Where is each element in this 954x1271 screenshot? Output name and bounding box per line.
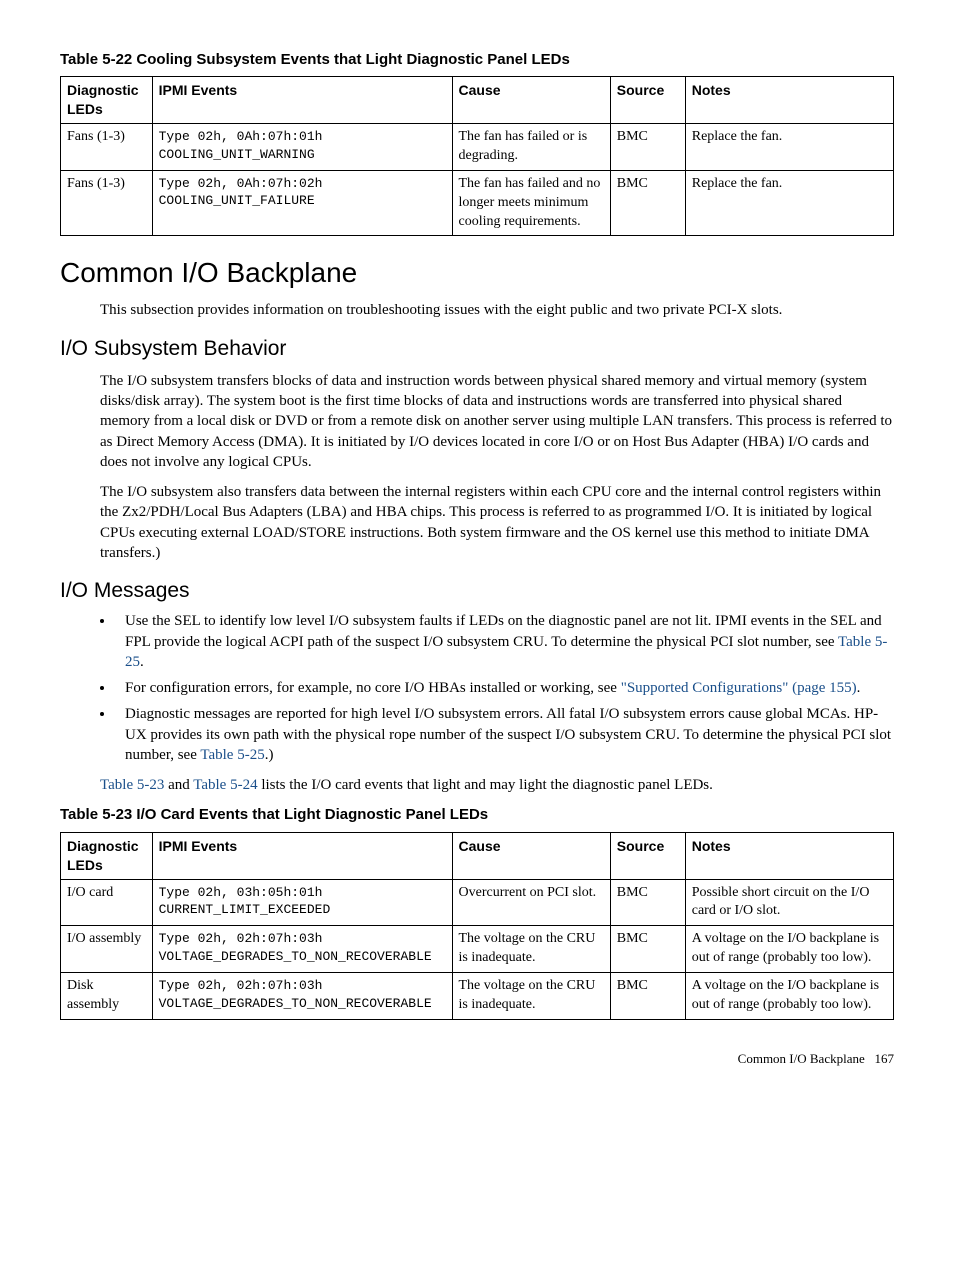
cell-cause: The fan has failed or is degrading.	[452, 124, 610, 171]
cell-notes: Replace the fan.	[685, 170, 893, 236]
bullet-list: Use the SEL to identify low level I/O su…	[115, 611, 894, 765]
th-ipmi: IPMI Events	[152, 77, 452, 124]
list-item: For configuration errors, for example, n…	[115, 678, 894, 698]
text: lists the I/O card events that light and…	[258, 777, 713, 793]
th-source: Source	[610, 77, 685, 124]
bullet-text: .	[857, 680, 861, 696]
table-row: I/O card Type 02h, 03h:05h:01h CURRENT_L…	[61, 879, 894, 926]
link-table-5-23[interactable]: Table 5-23	[100, 777, 164, 793]
bullet-text: .)	[265, 747, 274, 763]
bullet-text: Use the SEL to identify low level I/O su…	[125, 613, 882, 649]
cell-notes: A voltage on the I/O backplane is out of…	[685, 926, 893, 973]
th-notes: Notes	[685, 832, 893, 879]
link-table-5-24[interactable]: Table 5-24	[193, 777, 257, 793]
cell-diag: I/O card	[61, 879, 153, 926]
cell-cause: The voltage on the CRU is inadequate.	[452, 973, 610, 1020]
page-footer: Common I/O Backplane 167	[60, 1050, 894, 1068]
cell-diag: Fans (1-3)	[61, 170, 153, 236]
cell-diag: Disk assembly	[61, 973, 153, 1020]
paragraph: This subsection provides information on …	[100, 300, 894, 320]
th-notes: Notes	[685, 77, 893, 124]
cell-source: BMC	[610, 170, 685, 236]
heading-io-messages: I/O Messages	[60, 577, 894, 605]
th-cause: Cause	[452, 77, 610, 124]
paragraph: The I/O subsystem also transfers data be…	[100, 482, 894, 563]
cell-notes: A voltage on the I/O backplane is out of…	[685, 973, 893, 1020]
list-item: Use the SEL to identify low level I/O su…	[115, 611, 894, 672]
th-source: Source	[610, 832, 685, 879]
cell-notes: Replace the fan.	[685, 124, 893, 171]
paragraph: The I/O subsystem transfers blocks of da…	[100, 371, 894, 472]
text: and	[164, 777, 193, 793]
table-22: Diagnostic LEDs IPMI Events Cause Source…	[60, 76, 894, 236]
heading-io-subsystem-behavior: I/O Subsystem Behavior	[60, 335, 894, 363]
cell-diag: Fans (1-3)	[61, 124, 153, 171]
cell-source: BMC	[610, 926, 685, 973]
bullet-text: For configuration errors, for example, n…	[125, 680, 621, 696]
table-22-caption: Table 5-22 Cooling Subsystem Events that…	[60, 50, 894, 70]
page-number: 167	[875, 1051, 895, 1066]
table-row: I/O assembly Type 02h, 02h:07h:03h VOLTA…	[61, 926, 894, 973]
th-diag: Diagnostic LEDs	[61, 77, 153, 124]
bullet-text: .	[140, 654, 144, 670]
list-item: Diagnostic messages are reported for hig…	[115, 704, 894, 765]
link-supported-configurations[interactable]: "Supported Configurations" (page 155)	[621, 680, 857, 696]
cell-cause: The voltage on the CRU is inadequate.	[452, 926, 610, 973]
cell-ipmi: Type 02h, 03h:05h:01h CURRENT_LIMIT_EXCE…	[152, 879, 452, 926]
cell-ipmi: Type 02h, 0Ah:07h:02h COOLING_UNIT_FAILU…	[152, 170, 452, 236]
cell-ipmi: Type 02h, 02h:07h:03h VOLTAGE_DEGRADES_T…	[152, 926, 452, 973]
heading-common-io-backplane: Common I/O Backplane	[60, 254, 894, 292]
th-ipmi: IPMI Events	[152, 832, 452, 879]
cell-ipmi: Type 02h, 0Ah:07h:01h COOLING_UNIT_WARNI…	[152, 124, 452, 171]
cell-notes: Possible short circuit on the I/O card o…	[685, 879, 893, 926]
table-23: Diagnostic LEDs IPMI Events Cause Source…	[60, 832, 894, 1020]
cell-source: BMC	[610, 973, 685, 1020]
cell-source: BMC	[610, 879, 685, 926]
link-table-5-25[interactable]: Table 5-25	[200, 747, 264, 763]
footer-section: Common I/O Backplane	[738, 1051, 865, 1066]
cell-cause: Overcurrent on PCI slot.	[452, 879, 610, 926]
cell-source: BMC	[610, 124, 685, 171]
cell-diag: I/O assembly	[61, 926, 153, 973]
table-row: Fans (1-3) Type 02h, 0Ah:07h:02h COOLING…	[61, 170, 894, 236]
cell-cause: The fan has failed and no longer meets m…	[452, 170, 610, 236]
paragraph: Table 5-23 and Table 5-24 lists the I/O …	[100, 775, 894, 795]
table-23-caption: Table 5-23 I/O Card Events that Light Di…	[60, 805, 894, 825]
th-diag: Diagnostic LEDs	[61, 832, 153, 879]
table-row: Disk assembly Type 02h, 02h:07h:03h VOLT…	[61, 973, 894, 1020]
table-row: Fans (1-3) Type 02h, 0Ah:07h:01h COOLING…	[61, 124, 894, 171]
cell-ipmi: Type 02h, 02h:07h:03h VOLTAGE_DEGRADES_T…	[152, 973, 452, 1020]
th-cause: Cause	[452, 832, 610, 879]
